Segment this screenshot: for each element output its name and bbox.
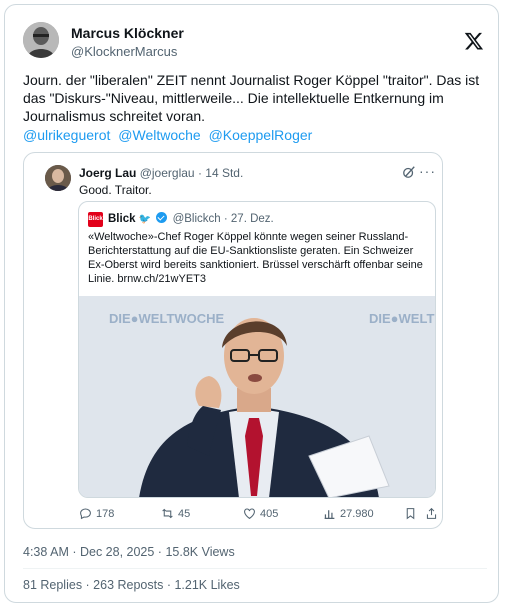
blick-logo-icon: Blick: [88, 212, 103, 227]
quote-time: · 14 Std.: [197, 166, 244, 180]
tweet-text: Journ. der "liberalen" ZEIT nennt Journa…: [23, 72, 480, 124]
nested-quote-text: «Weltwoche»-Chef Roger Köppel könnte weg…: [88, 231, 423, 285]
mention-link[interactable]: @KoeppelRoger: [209, 127, 313, 143]
views-button[interactable]: 27.980: [323, 507, 374, 520]
quote-header: Joerg Lau @joerglau · 14 Std.: [79, 166, 243, 180]
quote-author-avatar[interactable]: [45, 165, 71, 191]
reply-button[interactable]: 178: [79, 507, 114, 520]
author-name[interactable]: Marcus Klöckner: [71, 25, 184, 41]
heart-icon: [244, 508, 255, 520]
nested-quote-header: Blick 🐦 @Blickch · 27. Dez.: [108, 212, 274, 225]
share-button[interactable]: [425, 507, 438, 520]
verified-badge-icon: [156, 212, 168, 223]
weltwoche-banner-right: DIE●WELT: [369, 311, 434, 326]
weltwoche-banner-left: DIE●WELTWOCHE: [109, 311, 225, 326]
quote-text: Good. Traitor.: [79, 183, 152, 197]
reply-icon: [80, 508, 91, 520]
quote-action-bar: 178 45 405 27.980: [79, 507, 439, 523]
more-options-icon[interactable]: ···: [419, 163, 436, 179]
tweet-card: Marcus Klöckner @KlocknerMarcus Journ. d…: [4, 4, 499, 603]
engagement-stats[interactable]: 81 Replies · 263 Reposts · 1.21K Likes: [23, 578, 240, 592]
nested-quoted-tweet[interactable]: Blick Blick 🐦 @Blickch · 27. Dez. «Weltw…: [78, 201, 436, 498]
bookmark-icon: [406, 508, 415, 520]
nested-author-handle[interactable]: @Blickch: [173, 213, 221, 225]
share-icon: [426, 507, 437, 519]
like-count: 405: [260, 507, 279, 520]
bird-icon: 🐦: [138, 214, 152, 225]
grok-icon[interactable]: [402, 165, 416, 179]
author-handle[interactable]: @KlocknerMarcus: [71, 44, 177, 59]
mention-link[interactable]: @Weltwoche: [118, 127, 200, 143]
author-avatar[interactable]: [23, 22, 59, 58]
repost-count: 45: [178, 507, 191, 520]
nested-date: · 27. Dez.: [223, 213, 274, 225]
views-count: 27.980: [340, 507, 374, 520]
bookmark-button[interactable]: [404, 507, 417, 520]
reply-count: 178: [96, 507, 115, 520]
divider: [23, 568, 487, 569]
nested-author-name[interactable]: Blick: [108, 213, 136, 225]
article-photo[interactable]: DIE●WELTWOCHE DIE●WELT: [79, 296, 435, 497]
mention-link[interactable]: @ulrikeguerot: [23, 127, 110, 143]
x-logo-icon[interactable]: [464, 31, 484, 51]
repost-button[interactable]: 45: [161, 507, 190, 520]
quote-author-handle[interactable]: @joerglau: [140, 166, 195, 180]
mentions-line: @ulrikeguerot @Weltwoche @KoeppelRoger: [23, 127, 316, 143]
quote-author-name[interactable]: Joerg Lau: [79, 166, 136, 180]
like-button[interactable]: 405: [243, 507, 278, 520]
repost-icon: [162, 508, 173, 519]
quoted-tweet[interactable]: Joerg Lau @joerglau · 14 Std. ··· Good. …: [23, 152, 443, 529]
views-chart-icon: [324, 510, 335, 519]
tweet-timestamp[interactable]: 4:38 AM · Dec 28, 2025 · 15.8K Views: [23, 545, 235, 559]
